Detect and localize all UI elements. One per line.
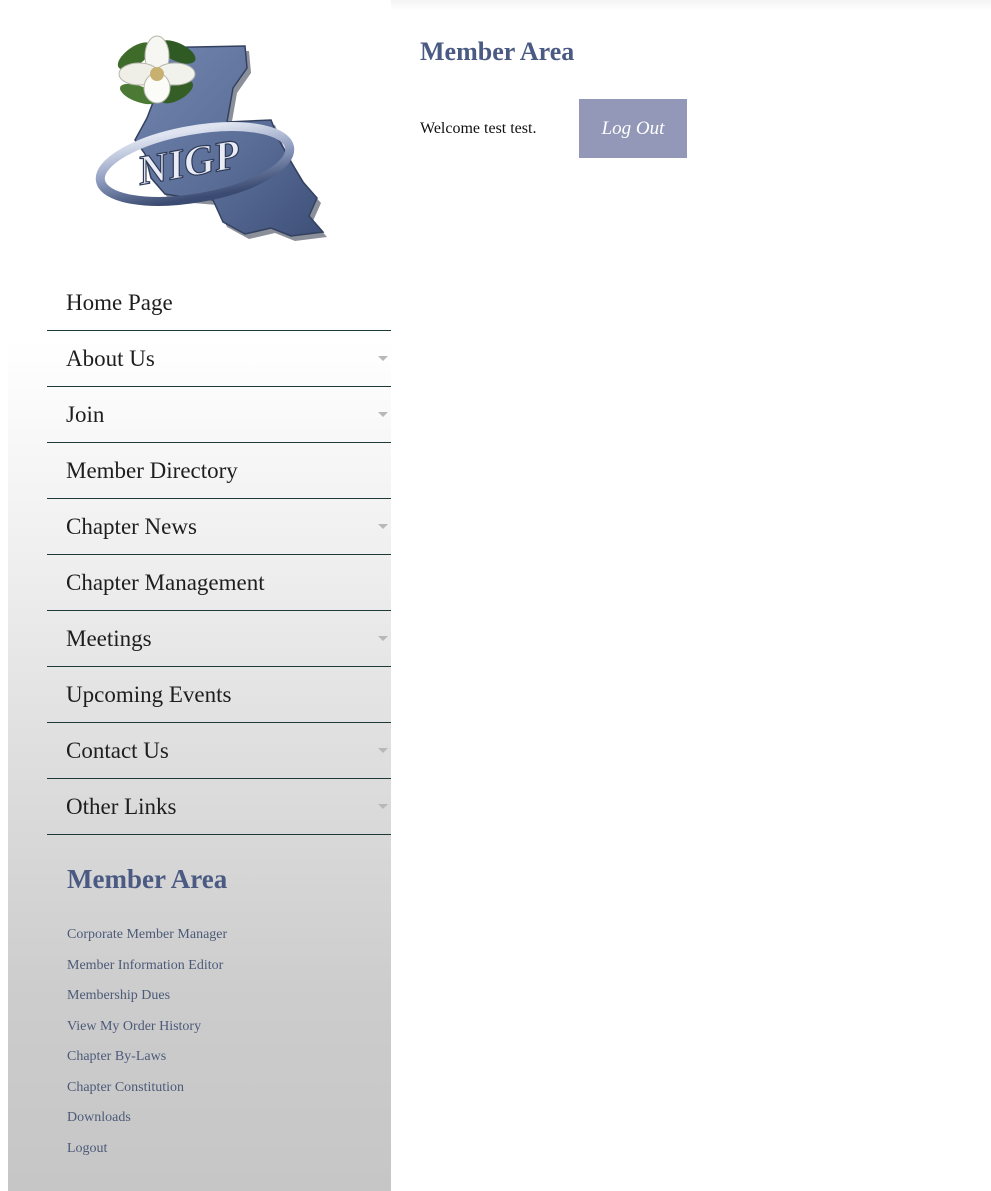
- top-strip: [391, 0, 991, 10]
- nav-item-contact-us[interactable]: Contact Us: [47, 723, 391, 779]
- nav-item-label: Member Directory: [66, 457, 238, 483]
- member-area-links: Corporate Member Manager Member Informati…: [67, 924, 227, 1168]
- nav-item-join[interactable]: Join: [47, 387, 391, 443]
- nav-item-home-page[interactable]: Home Page: [47, 275, 391, 331]
- member-link-chapter-by-laws[interactable]: Chapter By-Laws: [67, 1049, 166, 1064]
- member-link-corporate-member-manager[interactable]: Corporate Member Manager: [67, 927, 227, 942]
- log-out-button[interactable]: Log Out: [579, 99, 687, 158]
- member-link-item: Chapter Constitution: [67, 1077, 227, 1108]
- chevron-down-icon[interactable]: [378, 748, 388, 753]
- nav-item-other-links[interactable]: Other Links: [47, 779, 391, 835]
- nav-item-label: Chapter Management: [66, 569, 265, 595]
- nav-item-label: Home Page: [66, 289, 173, 315]
- nigp-logo[interactable]: NIGP: [95, 22, 327, 244]
- member-link-item: Member Information Editor: [67, 955, 227, 986]
- member-link-logout[interactable]: Logout: [67, 1141, 107, 1156]
- member-link-view-my-order-history[interactable]: View My Order History: [67, 1019, 201, 1034]
- chevron-down-icon[interactable]: [378, 524, 388, 529]
- nav-item-label: Join: [66, 401, 105, 427]
- nav-item-meetings[interactable]: Meetings: [47, 611, 391, 667]
- nav-item-chapter-news[interactable]: Chapter News: [47, 499, 391, 555]
- nav-item-member-directory[interactable]: Member Directory: [47, 443, 391, 499]
- main-nav: Home Page About Us Join Member Directory Cha…: [47, 275, 391, 835]
- nav-item-label: Contact Us: [66, 737, 169, 763]
- chevron-down-icon[interactable]: [378, 636, 388, 641]
- nav-item-about-us[interactable]: About Us: [47, 331, 391, 387]
- page-title: Member Area: [420, 37, 575, 66]
- nav-item-label: Chapter News: [66, 513, 197, 539]
- nav-item-label: Meetings: [66, 625, 152, 651]
- nav-item-label: Other Links: [66, 793, 177, 819]
- nav-item-chapter-management[interactable]: Chapter Management: [47, 555, 391, 611]
- member-link-item: Corporate Member Manager: [67, 924, 227, 955]
- chevron-down-icon[interactable]: [378, 356, 388, 361]
- nav-item-label: Upcoming Events: [66, 681, 232, 707]
- member-link-item: Chapter By-Laws: [67, 1046, 227, 1077]
- nav-item-upcoming-events[interactable]: Upcoming Events: [47, 667, 391, 723]
- member-link-member-information-editor[interactable]: Member Information Editor: [67, 958, 223, 973]
- member-link-item: Membership Dues: [67, 985, 227, 1016]
- member-area-heading: Member Area: [67, 864, 228, 894]
- member-link-membership-dues[interactable]: Membership Dues: [67, 988, 170, 1003]
- member-link-chapter-constitution[interactable]: Chapter Constitution: [67, 1080, 184, 1095]
- member-link-item: View My Order History: [67, 1016, 227, 1047]
- chevron-down-icon[interactable]: [378, 804, 388, 809]
- member-link-item: Logout: [67, 1138, 227, 1169]
- chevron-down-icon[interactable]: [378, 412, 388, 417]
- nav-item-label: About Us: [66, 345, 155, 371]
- member-link-downloads[interactable]: Downloads: [67, 1110, 131, 1125]
- welcome-message: Welcome test test.: [420, 120, 537, 137]
- member-link-item: Downloads: [67, 1107, 227, 1138]
